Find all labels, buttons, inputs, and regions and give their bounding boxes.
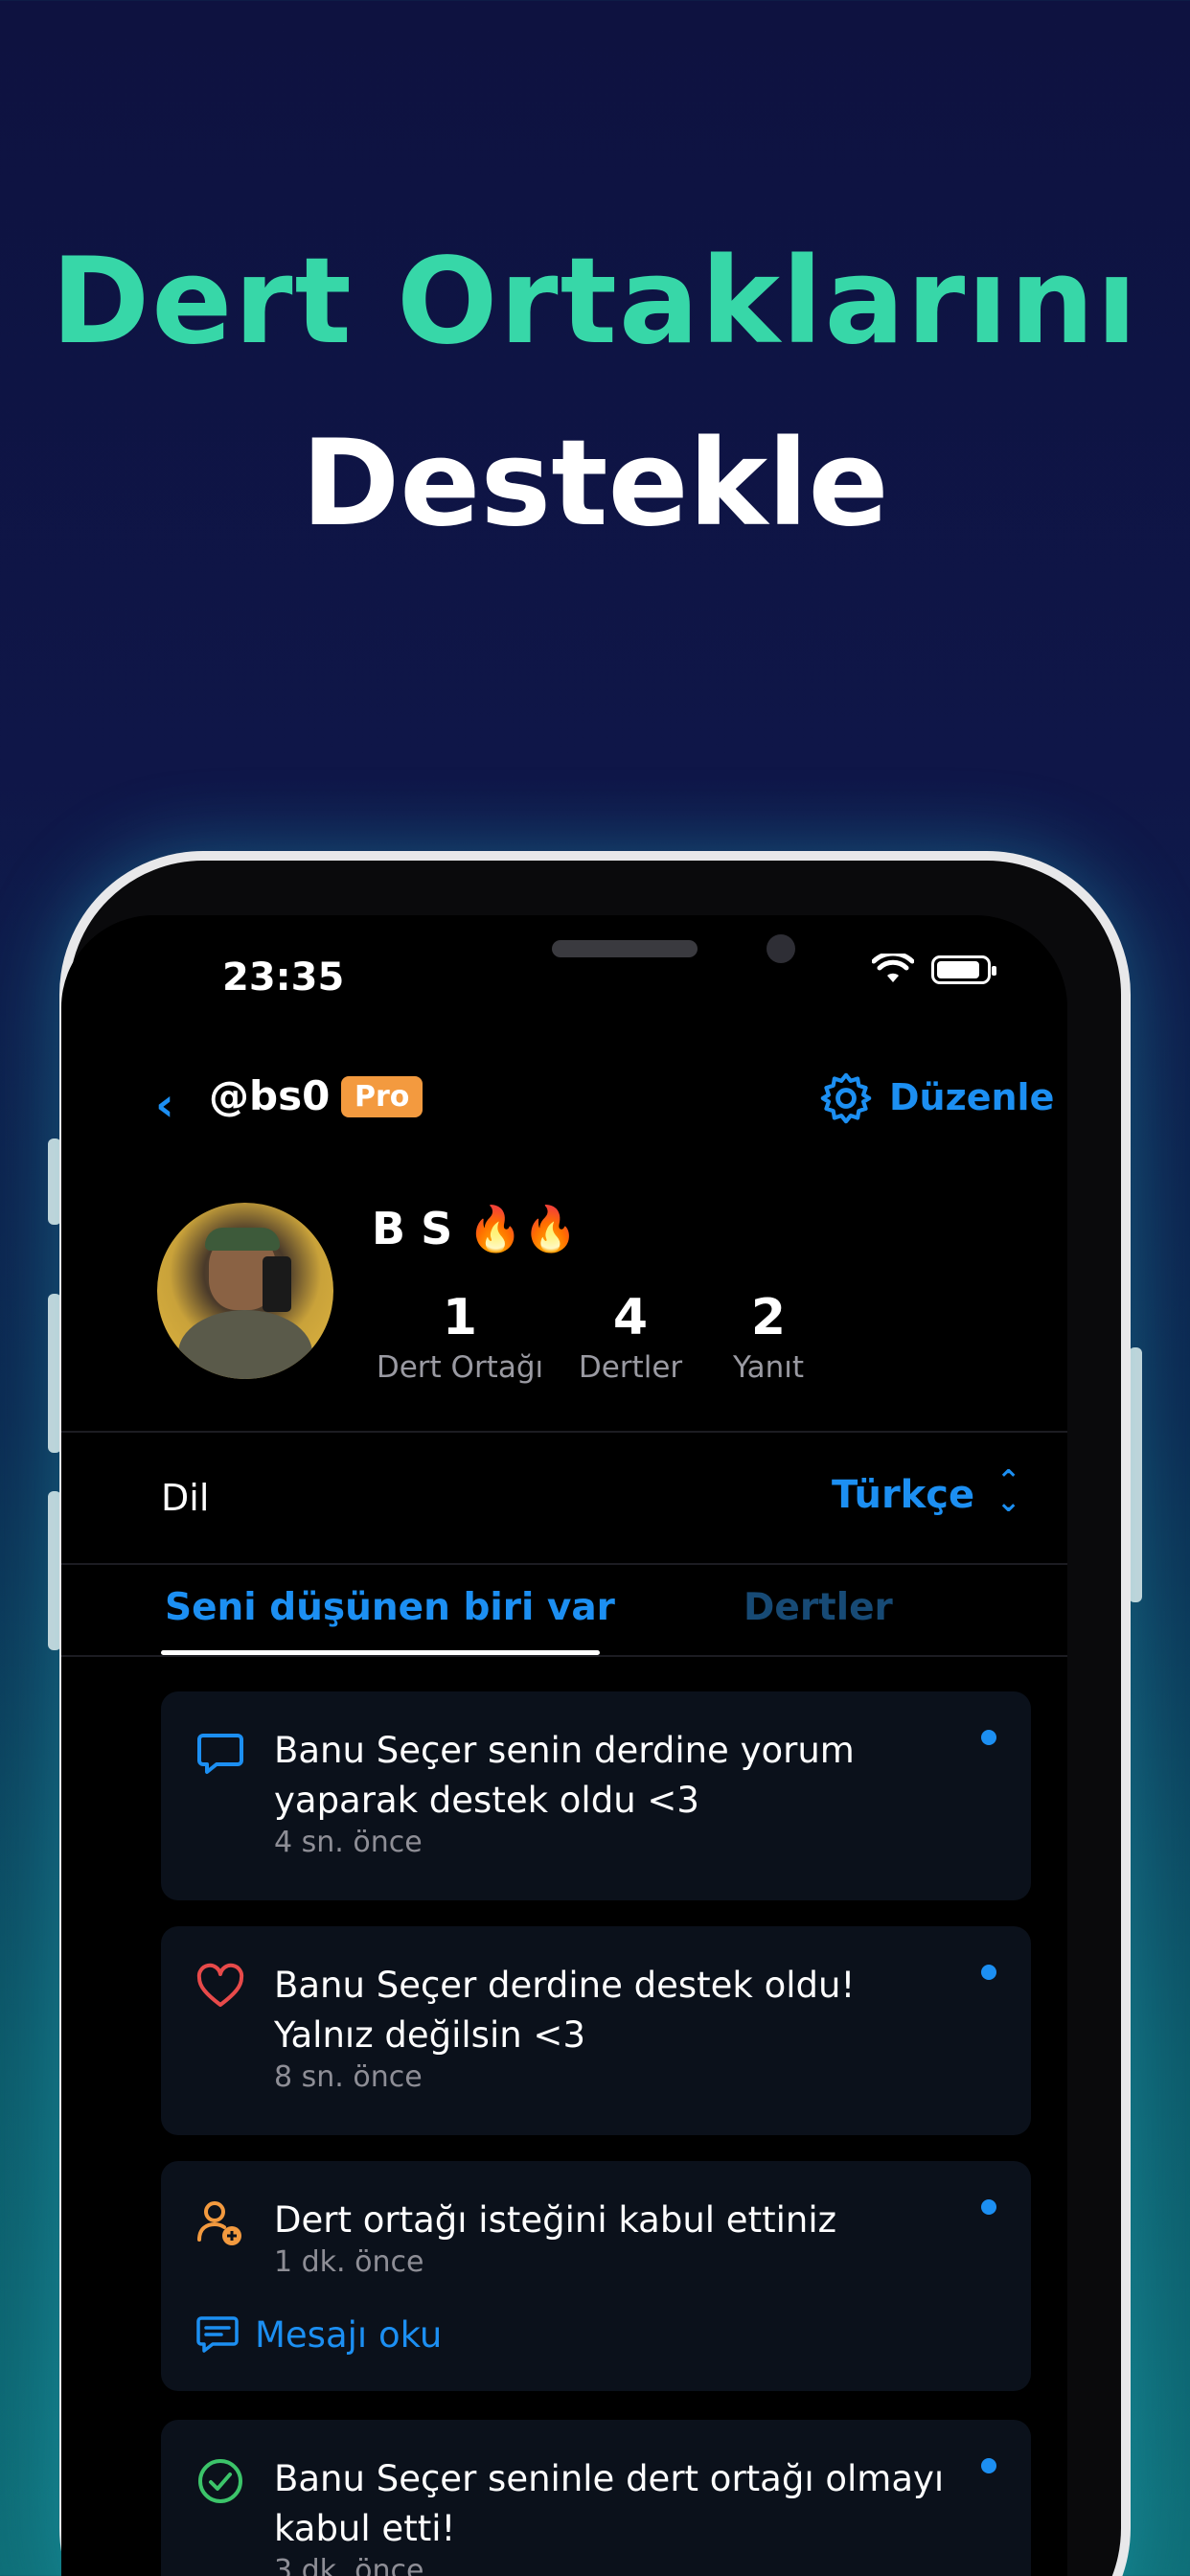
headline-line-1: Dert Ortaklarını <box>51 233 1139 371</box>
stat-label: Dert Ortağı <box>376 1350 544 1385</box>
notification-card[interactable]: Banu Seçer seninle dert ortağı olmayı ka… <box>161 2420 1031 2576</box>
notification-card[interactable]: Dert ortağı isteğini kabul ettiniz 1 dk.… <box>161 2161 1031 2391</box>
notification-time: 3 dk. önce <box>274 2554 424 2576</box>
stat-label: Yanıt <box>732 1350 805 1385</box>
wifi-icon <box>872 954 914 982</box>
tab-seni-dusunen[interactable]: Seni düşünen biri var <box>165 1586 615 1629</box>
unread-dot <box>981 2458 996 2473</box>
headline: Dert Ortaklarını Destekle <box>0 211 1190 575</box>
stat-value: 1 <box>442 1289 478 1346</box>
divider <box>61 1655 1067 1657</box>
stat-label: Dertler <box>578 1350 683 1385</box>
gear-icon[interactable] <box>818 1070 874 1126</box>
pro-badge: Pro <box>341 1076 423 1117</box>
language-label: Dil <box>161 1477 210 1519</box>
front-camera <box>767 934 795 963</box>
unread-dot <box>981 1730 996 1745</box>
stat-yanit[interactable]: 2 Yanıt <box>721 1289 816 1385</box>
heart-icon <box>196 1963 244 2007</box>
unread-dot <box>981 1965 996 1980</box>
notification-time: 4 sn. önce <box>274 1826 423 1859</box>
unread-dot <box>981 2199 996 2215</box>
notification-text: Dert ortağı isteğini kabul ettiniz <box>274 2199 837 2241</box>
notification-text: Banu Seçer derdine destek oldu! Yalnız d… <box>274 1965 856 2056</box>
status-time: 23:35 <box>222 955 345 1000</box>
notification-time: 8 sn. önce <box>274 2060 423 2094</box>
notification-time: 1 dk. önce <box>274 2245 424 2279</box>
divider <box>61 1431 1067 1433</box>
username: @bs0 <box>209 1072 331 1119</box>
headline-line-2: Destekle <box>301 415 889 553</box>
notification-card[interactable]: Banu Seçer senin derdine yorum yaparak d… <box>161 1691 1031 1900</box>
chat-bubble-icon <box>197 1734 243 1774</box>
read-message-button[interactable]: Mesajı oku <box>195 2312 442 2357</box>
power-button <box>1129 1347 1142 1602</box>
status-icons <box>872 954 996 986</box>
edit-profile-button[interactable]: Düzenle <box>889 1076 1054 1118</box>
notch <box>326 915 862 992</box>
stat-dertler[interactable]: 4 Dertler <box>573 1289 688 1385</box>
divider <box>61 1563 1067 1565</box>
avatar <box>157 1203 333 1379</box>
stat-dert-ortagi[interactable]: 1 Dert Ortağı <box>372 1289 548 1385</box>
tab-dertler[interactable]: Dertler <box>744 1586 893 1629</box>
user-add-icon <box>197 2201 241 2245</box>
check-circle-icon <box>198 2459 242 2503</box>
display-name: B S 🔥🔥 <box>372 1203 578 1254</box>
chevron-up-down-icon[interactable]: ⌃ ⌄ <box>996 1467 1020 1517</box>
read-message-label: Mesajı oku <box>255 2313 443 2356</box>
chevron-left-icon[interactable]: ‹ <box>155 1078 174 1132</box>
app-screen: 23:35 ‹ @bs0 Pro Düzenle B S 🔥🔥 1 Dert O… <box>61 915 1067 2576</box>
nav-bar: ‹ @bs0 Pro Düzenle <box>61 1059 1067 1136</box>
notification-text: Banu Seçer senin derdine yorum yaparak d… <box>274 1730 855 1821</box>
notification-card[interactable]: Banu Seçer derdine destek oldu! Yalnız d… <box>161 1926 1031 2135</box>
speaker <box>552 940 698 957</box>
message-icon <box>196 2316 239 2353</box>
language-select[interactable]: Türkçe <box>832 1473 974 1517</box>
stat-value: 2 <box>750 1289 787 1346</box>
stat-value: 4 <box>612 1289 649 1346</box>
notification-text: Banu Seçer seninle dert ortağı olmayı ka… <box>274 2458 945 2549</box>
battery-icon <box>931 955 996 984</box>
